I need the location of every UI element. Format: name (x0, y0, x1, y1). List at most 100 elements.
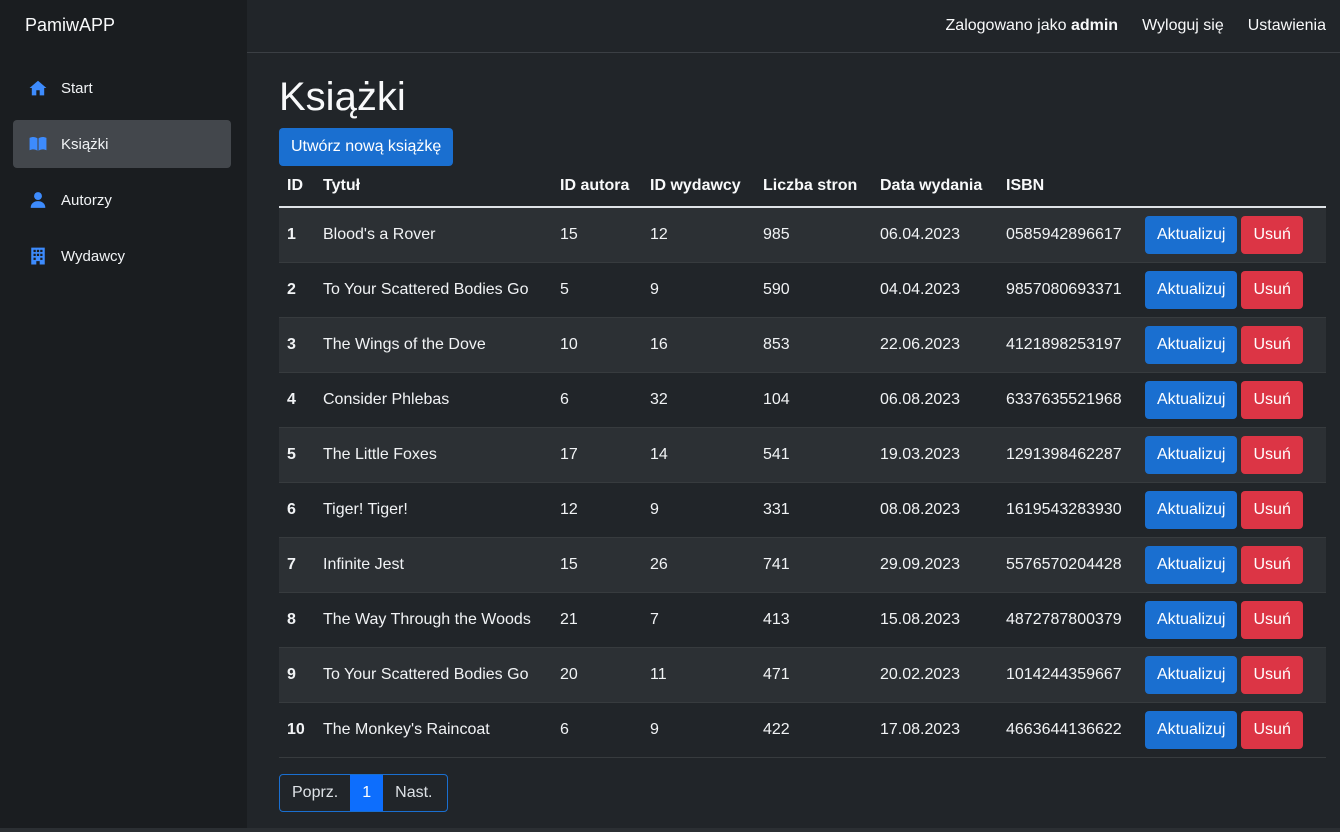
top-bar: Zalogowano jako admin Wyloguj się Ustawi… (247, 0, 1340, 53)
col-header-id: ID (279, 166, 315, 208)
cell-pages: 590 (755, 262, 872, 318)
cell-id: 4 (279, 372, 315, 428)
col-header-release-date: Data wydania (872, 166, 998, 208)
sidebar-item-label: Start (61, 79, 93, 97)
page-1-button[interactable]: 1 (350, 774, 384, 811)
cell-release-date: 19.03.2023 (872, 427, 998, 483)
cell-id: 2 (279, 262, 315, 318)
update-button[interactable]: Aktualizuj (1145, 215, 1238, 254)
cell-author-id: 6 (552, 372, 642, 428)
cell-pages: 541 (755, 427, 872, 483)
cell-release-date: 29.09.2023 (872, 537, 998, 593)
cell-publisher-id: 12 (642, 207, 755, 263)
settings-link[interactable]: Ustawienia (1248, 17, 1326, 35)
cell-author-id: 6 (552, 702, 642, 758)
table-row: 4 Consider Phlebas 6 32 104 06.08.2023 6337635… (279, 372, 1326, 428)
col-header-publisher-id: ID wydawcy (642, 166, 755, 208)
table-row: 3 The Wings of the Dove 10 16 853 22.06.2023 4… (279, 317, 1326, 373)
logout-link[interactable]: Wyloguj się (1142, 17, 1224, 35)
table-row: 9 To Your Scattered Bodies Go 20 11 471 20.02… (279, 647, 1326, 703)
cell-actions: Aktualizuj Usuń (1137, 592, 1326, 648)
update-button[interactable]: Aktualizuj (1145, 545, 1238, 584)
app-brand[interactable]: PamiwAPP (0, 0, 247, 52)
cell-pages: 413 (755, 592, 872, 648)
cell-isbn: 1291398462287 (998, 427, 1137, 483)
cell-release-date: 17.08.2023 (872, 702, 998, 758)
update-button[interactable]: Aktualizuj (1145, 655, 1238, 694)
cell-title: Consider Phlebas (315, 372, 552, 428)
cell-publisher-id: 9 (642, 482, 755, 538)
delete-button[interactable]: Usuń (1241, 435, 1303, 474)
cell-actions: Aktualizuj Usuń (1137, 702, 1326, 758)
cell-pages: 853 (755, 317, 872, 373)
cell-actions: Aktualizuj Usuń (1137, 262, 1326, 318)
next-page-button[interactable]: Nast. (383, 775, 444, 811)
cell-id: 5 (279, 427, 315, 483)
delete-button[interactable]: Usuń (1241, 655, 1303, 694)
update-button[interactable]: Aktualizuj (1145, 435, 1238, 474)
sidebar-item-ksiazki[interactable]: Książki (13, 120, 231, 168)
cell-isbn: 0585942896617 (998, 207, 1137, 263)
delete-button[interactable]: Usuń (1241, 490, 1303, 529)
cell-isbn: 5576570204428 (998, 537, 1137, 593)
update-button[interactable]: Aktualizuj (1145, 325, 1238, 364)
cell-id: 7 (279, 537, 315, 593)
table-row: 10 The Monkey's Raincoat 6 9 422 17.08.2023 46… (279, 702, 1326, 758)
cell-release-date: 22.06.2023 (872, 317, 998, 373)
update-button[interactable]: Aktualizuj (1145, 710, 1238, 749)
cell-actions: Aktualizuj Usuń (1137, 537, 1326, 593)
cell-author-id: 15 (552, 537, 642, 593)
col-header-actions (1137, 166, 1326, 208)
cell-title: To Your Scattered Bodies Go (315, 262, 552, 318)
cell-author-id: 20 (552, 647, 642, 703)
cell-publisher-id: 26 (642, 537, 755, 593)
create-book-button[interactable]: Utwórz nową książkę (279, 128, 454, 166)
page-title: Książki (279, 75, 406, 119)
update-button[interactable]: Aktualizuj (1145, 380, 1238, 419)
delete-button[interactable]: Usuń (1241, 215, 1303, 254)
cell-isbn: 9857080693371 (998, 262, 1137, 318)
cell-isbn: 4121898253197 (998, 317, 1137, 373)
update-button[interactable]: Aktualizuj (1145, 600, 1238, 639)
cell-publisher-id: 32 (642, 372, 755, 428)
cell-publisher-id: 11 (642, 647, 755, 703)
delete-button[interactable]: Usuń (1241, 710, 1303, 749)
delete-button[interactable]: Usuń (1241, 270, 1303, 309)
table-row: 6 Tiger! Tiger! 12 9 331 08.08.2023 1619543283… (279, 482, 1326, 538)
cell-actions: Aktualizuj Usuń (1137, 482, 1326, 538)
cell-id: 9 (279, 647, 315, 703)
cell-pages: 741 (755, 537, 872, 593)
cell-title: Blood's a Rover (315, 207, 552, 263)
cell-title: The Way Through the Woods (315, 592, 552, 648)
cell-isbn: 4872787800379 (998, 592, 1137, 648)
cell-release-date: 06.08.2023 (872, 372, 998, 428)
update-button[interactable]: Aktualizuj (1145, 490, 1238, 529)
col-header-pages: Liczba stron (755, 166, 872, 208)
table-row: 7 Infinite Jest 15 26 741 29.09.2023 557657020… (279, 537, 1326, 593)
cell-id: 10 (279, 702, 315, 758)
delete-button[interactable]: Usuń (1241, 545, 1303, 584)
cell-author-id: 12 (552, 482, 642, 538)
logged-as-prefix: Zalogowano jako (945, 17, 1067, 34)
cell-pages: 331 (755, 482, 872, 538)
sidebar-item-start[interactable]: Start (13, 64, 231, 112)
delete-button[interactable]: Usuń (1241, 325, 1303, 364)
bottom-divider (0, 828, 1340, 832)
main-content: Książki Utwórz nową książkę ID Tytuł ID … (279, 53, 1326, 812)
sidebar: PamiwAPP Start Książki Autorzy Wydawcy (0, 0, 247, 832)
cell-author-id: 5 (552, 262, 642, 318)
cell-publisher-id: 7 (642, 592, 755, 648)
delete-button[interactable]: Usuń (1241, 600, 1303, 639)
cell-actions: Aktualizuj Usuń (1137, 207, 1326, 263)
update-button[interactable]: Aktualizuj (1145, 270, 1238, 309)
delete-button[interactable]: Usuń (1241, 380, 1303, 419)
cell-release-date: 04.04.2023 (872, 262, 998, 318)
logged-in-status: Zalogowano jako admin (946, 17, 1119, 35)
prev-page-button[interactable]: Poprz. (280, 775, 350, 811)
table-row: 8 The Way Through the Woods 21 7 413 15.08.20… (279, 592, 1326, 648)
cell-isbn: 1014244359667 (998, 647, 1137, 703)
sidebar-item-wydawcy[interactable]: Wydawcy (13, 232, 231, 280)
sidebar-item-autorzy[interactable]: Autorzy (13, 176, 231, 224)
username: admin (1070, 17, 1119, 34)
table-row: 5 The Little Foxes 17 14 541 19.03.2023 129139… (279, 427, 1326, 483)
